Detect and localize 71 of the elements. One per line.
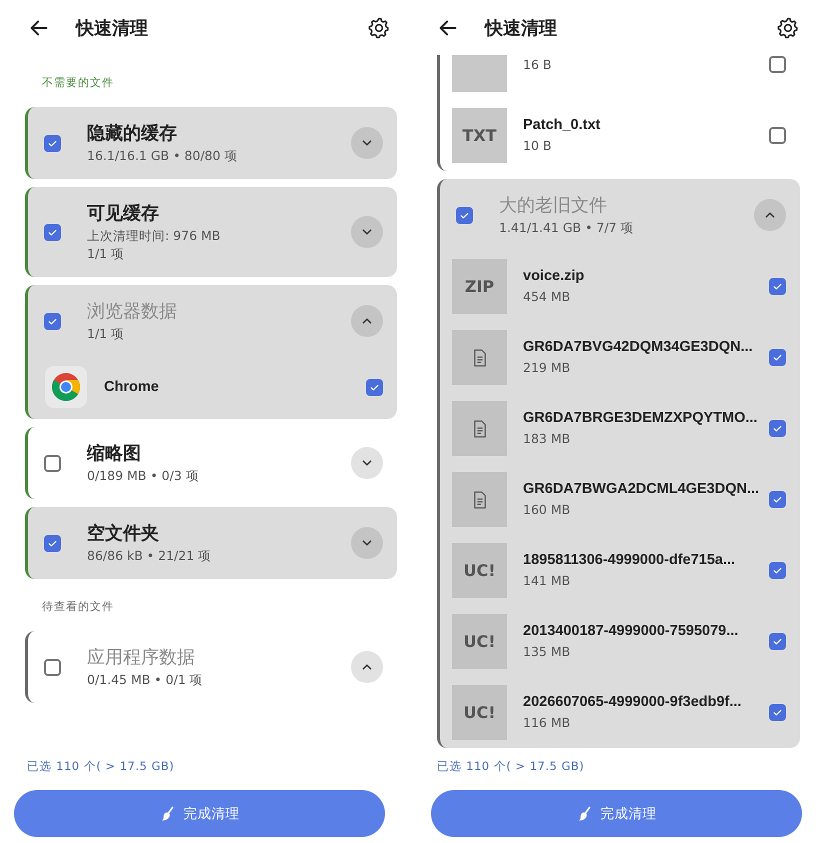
checkbox[interactable] bbox=[769, 633, 786, 650]
file-thumbnail: UC! bbox=[452, 543, 507, 598]
file-thumbnail: ZIP bbox=[452, 259, 507, 314]
category-detail: 1.41/1.41 GB • 7/7 项 bbox=[499, 219, 635, 237]
section-label: 不需要的文件 bbox=[42, 75, 115, 90]
file-size: 16 B bbox=[523, 56, 552, 74]
checkbox[interactable] bbox=[456, 206, 473, 224]
file-size: 160 MB bbox=[523, 501, 572, 519]
checkbox[interactable] bbox=[44, 224, 61, 240]
category-title: 隐藏的缓存 bbox=[87, 122, 178, 146]
screen-title: 快速清理 bbox=[485, 16, 557, 40]
document-icon bbox=[472, 348, 486, 366]
checkbox[interactable] bbox=[769, 349, 786, 366]
file-size: 219 MB bbox=[523, 359, 572, 377]
file-size: 135 MB bbox=[523, 643, 572, 661]
section-label: 待查看的文件 bbox=[42, 599, 115, 614]
checkbox[interactable] bbox=[366, 378, 383, 396]
checkbox[interactable] bbox=[44, 134, 61, 152]
category-title: 缩略图 bbox=[87, 442, 142, 466]
screen-title: 快速清理 bbox=[76, 16, 148, 40]
settings-icon[interactable] bbox=[776, 16, 800, 40]
category-detail: 86/86 kB • 21/21 项 bbox=[87, 547, 212, 565]
checkbox[interactable] bbox=[769, 127, 786, 144]
broom-icon bbox=[160, 806, 176, 822]
finish-cleaning-button[interactable]: 完成清理 bbox=[14, 790, 385, 837]
file-size: 116 MB bbox=[523, 714, 572, 732]
selection-summary: 已选 110 个( > 17.5 GB) bbox=[26, 758, 176, 774]
checkbox[interactable] bbox=[769, 562, 786, 579]
file-name: voice.zip bbox=[523, 267, 586, 286]
file-name: 2026607065-4999000-9f3edb9f... bbox=[523, 693, 742, 712]
file-thumbnail: UC! bbox=[452, 685, 507, 740]
checkbox[interactable] bbox=[769, 420, 786, 437]
category-detail: 0/1.45 MB • 0/1 项 bbox=[87, 671, 204, 689]
file-size: 454 MB bbox=[523, 288, 572, 306]
broom-icon bbox=[576, 806, 592, 822]
file-size: 183 MB bbox=[523, 430, 572, 448]
checkbox[interactable] bbox=[769, 56, 786, 73]
category-title: 应用程序数据 bbox=[87, 646, 196, 670]
category-detail: 1/1 项 bbox=[87, 325, 126, 343]
category-title: 浏览器数据 bbox=[87, 300, 178, 324]
finish-cleaning-button[interactable]: 完成清理 bbox=[431, 790, 802, 837]
category-detail: 上次清理时间: 976 MB bbox=[87, 227, 222, 245]
category-detail: 0/189 MB • 0/3 项 bbox=[87, 467, 200, 485]
category-detail: 16.1/16.1 GB • 80/80 项 bbox=[87, 147, 238, 165]
category-title: 空文件夹 bbox=[87, 522, 160, 546]
file-name: 2013400187-4999000-7595079... bbox=[523, 622, 740, 641]
file-name: GR6DA7BWGA2DCML4GE3DQN... bbox=[523, 480, 760, 499]
checkbox[interactable] bbox=[769, 704, 786, 721]
file-name: GR6DA7BVG42DQM34GE3DQN... bbox=[523, 338, 754, 357]
file-size: 10 B bbox=[523, 137, 552, 155]
checkbox[interactable] bbox=[44, 534, 61, 552]
file-name: Patch_0.txt bbox=[523, 116, 602, 135]
checkbox[interactable] bbox=[769, 278, 786, 295]
category-title: 可见缓存 bbox=[87, 202, 160, 226]
file-name: Chrome bbox=[104, 378, 160, 396]
document-icon bbox=[472, 420, 486, 438]
app-icon bbox=[44, 365, 88, 409]
category-detail: 1/1 项 bbox=[87, 245, 126, 263]
file-name: GR6DA7BRGE3DEMZXPQYTMO... bbox=[523, 409, 758, 428]
checkbox[interactable] bbox=[44, 658, 61, 676]
file-size: 141 MB bbox=[523, 572, 572, 590]
settings-icon[interactable] bbox=[367, 16, 391, 40]
selection-summary: 已选 110 个( > 17.5 GB) bbox=[436, 758, 586, 774]
checkbox[interactable] bbox=[769, 491, 786, 508]
file-name: 1895811306-4999000-dfe715a... bbox=[523, 551, 736, 570]
checkbox[interactable] bbox=[44, 454, 61, 472]
document-icon bbox=[472, 490, 486, 508]
category-title: 大的老旧文件 bbox=[499, 194, 608, 218]
file-thumbnail: UC! bbox=[452, 614, 507, 669]
checkbox[interactable] bbox=[44, 312, 61, 330]
file-thumbnail: TXT bbox=[452, 108, 507, 163]
